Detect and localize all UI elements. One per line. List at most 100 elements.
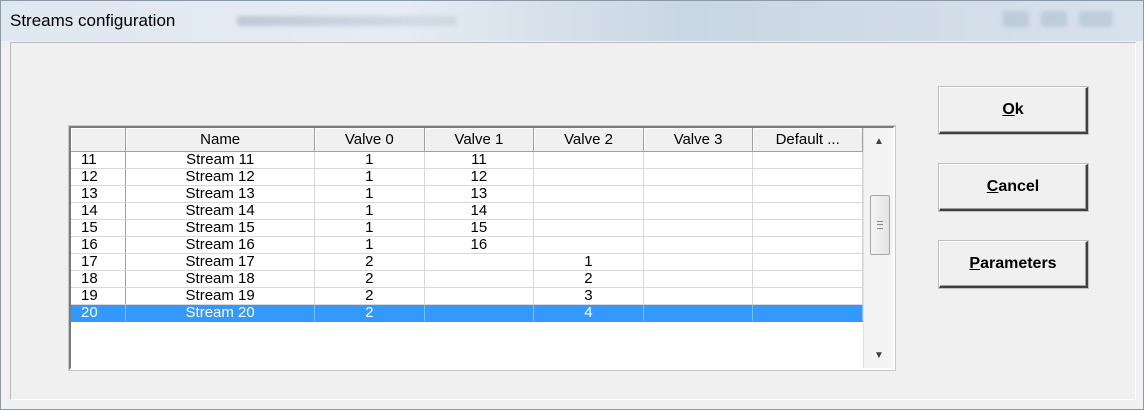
parameters-button[interactable]: Parameters	[939, 241, 1088, 288]
streams-grid[interactable]: Name Valve 0 Valve 1 Valve 2 Valve 3 Def…	[69, 126, 895, 370]
row-number: 12	[71, 168, 127, 186]
table-row[interactable]: 17 Stream 17 2 1	[71, 253, 863, 271]
table-row[interactable]: 12 Stream 12 1 12	[71, 168, 863, 186]
header-row: Name Valve 0 Valve 1 Valve 2 Valve 3 Def…	[71, 128, 863, 152]
cell-name[interactable]: Stream 15	[125, 219, 316, 237]
ok-label-rest: k	[1014, 101, 1024, 118]
close-ghost-icon	[1079, 11, 1113, 27]
column-header-valve-3[interactable]: Valve 3	[643, 128, 754, 152]
cancel-mnemonic: C	[986, 178, 999, 195]
cell-valve-1[interactable]	[424, 287, 535, 305]
cell-name[interactable]: Stream 14	[125, 202, 316, 220]
cell-name[interactable]: Stream 20	[125, 304, 316, 322]
cell-valve-3[interactable]	[643, 185, 754, 203]
cell-valve-2[interactable]	[533, 219, 644, 237]
cell-valve-0[interactable]: 2	[314, 287, 425, 305]
parameters-label-rest: arameters	[980, 255, 1057, 272]
vertical-scrollbar[interactable]: ▲ ▼	[863, 128, 893, 368]
cell-valve-3[interactable]	[643, 304, 754, 322]
column-header-index[interactable]	[71, 128, 127, 152]
table-row[interactable]: 18 Stream 18 2 2	[71, 270, 863, 288]
cell-valve-2[interactable]	[533, 185, 644, 203]
window-title: Streams configuration	[10, 11, 176, 30]
cell-valve-1[interactable]: 15	[424, 219, 535, 237]
cell-name[interactable]: Stream 13	[125, 185, 316, 203]
cell-valve-3[interactable]	[643, 236, 754, 254]
cell-valve-0[interactable]: 2	[314, 253, 425, 271]
cell-valve-3[interactable]	[643, 253, 754, 271]
row-number: 14	[71, 202, 127, 220]
cell-name[interactable]: Stream 11	[125, 151, 316, 169]
cell-name[interactable]: Stream 17	[125, 253, 316, 271]
cell-valve-2[interactable]: 4	[533, 304, 644, 322]
cell-valve-0[interactable]: 1	[314, 202, 425, 220]
table-row[interactable]: 19 Stream 19 2 3	[71, 287, 863, 305]
cell-default[interactable]	[752, 151, 863, 169]
cell-valve-0[interactable]: 1	[314, 151, 425, 169]
cell-default[interactable]	[752, 287, 863, 305]
cell-name[interactable]: Stream 12	[125, 168, 316, 186]
cell-default[interactable]	[752, 219, 863, 237]
column-header-default[interactable]: Default ...	[752, 128, 863, 152]
cell-valve-1[interactable]: 14	[424, 202, 535, 220]
table-row[interactable]: 16 Stream 16 1 16	[71, 236, 863, 254]
cell-valve-0[interactable]: 2	[314, 270, 425, 288]
cell-default[interactable]	[752, 168, 863, 186]
cell-valve-0[interactable]: 1	[314, 168, 425, 186]
table-row-selected[interactable]: 20 Stream 20 2 4	[71, 304, 863, 322]
scroll-down-arrow-icon[interactable]: ▼	[864, 344, 893, 366]
cell-valve-0[interactable]: 1	[314, 236, 425, 254]
column-header-valve-2[interactable]: Valve 2	[533, 128, 644, 152]
cell-default[interactable]	[752, 202, 863, 220]
cell-valve-0[interactable]: 1	[314, 219, 425, 237]
title-bar[interactable]: Streams configuration	[1, 1, 1143, 41]
table-row[interactable]: 13 Stream 13 1 13	[71, 185, 863, 203]
scrollbar-thumb[interactable]	[870, 195, 890, 255]
cell-default[interactable]	[752, 304, 863, 322]
cancel-button[interactable]: Cancel	[939, 164, 1088, 211]
cell-valve-0[interactable]: 1	[314, 185, 425, 203]
cancel-label-rest: ancel	[998, 178, 1040, 195]
cell-default[interactable]	[752, 236, 863, 254]
table-row[interactable]: 14 Stream 14 1 14	[71, 202, 863, 220]
cell-name[interactable]: Stream 16	[125, 236, 316, 254]
cell-valve-1[interactable]	[424, 304, 535, 322]
cell-valve-2[interactable]: 2	[533, 270, 644, 288]
ok-button[interactable]: Ok	[939, 87, 1088, 134]
cell-valve-0[interactable]: 2	[314, 304, 425, 322]
cell-valve-3[interactable]	[643, 270, 754, 288]
cell-valve-3[interactable]	[643, 168, 754, 186]
column-header-name[interactable]: Name	[125, 128, 316, 152]
cell-valve-2[interactable]	[533, 168, 644, 186]
parameters-mnemonic: P	[969, 255, 981, 272]
cell-valve-1[interactable]: 16	[424, 236, 535, 254]
cell-valve-2[interactable]	[533, 151, 644, 169]
cell-default[interactable]	[752, 270, 863, 288]
cell-valve-3[interactable]	[643, 202, 754, 220]
cell-valve-3[interactable]	[643, 219, 754, 237]
column-header-valve-1[interactable]: Valve 1	[424, 128, 535, 152]
cell-default[interactable]	[752, 185, 863, 203]
cell-valve-2[interactable]	[533, 202, 644, 220]
cell-valve-1[interactable]: 12	[424, 168, 535, 186]
cell-valve-2[interactable]	[533, 236, 644, 254]
cell-valve-3[interactable]	[643, 151, 754, 169]
cell-valve-3[interactable]	[643, 287, 754, 305]
table-row[interactable]: 11 Stream 11 1 11	[71, 151, 863, 169]
minimize-ghost-icon	[1003, 11, 1029, 27]
cell-valve-1[interactable]	[424, 253, 535, 271]
cell-valve-1[interactable]	[424, 270, 535, 288]
cell-valve-1[interactable]: 13	[424, 185, 535, 203]
row-number: 13	[71, 185, 127, 203]
table-row[interactable]: 15 Stream 15 1 15	[71, 219, 863, 237]
cell-valve-1[interactable]: 11	[424, 151, 535, 169]
cell-default[interactable]	[752, 253, 863, 271]
cell-name[interactable]: Stream 18	[125, 270, 316, 288]
cell-valve-2[interactable]: 3	[533, 287, 644, 305]
scroll-up-arrow-icon[interactable]: ▲	[864, 130, 893, 152]
column-header-valve-0[interactable]: Valve 0	[314, 128, 425, 152]
cell-valve-2[interactable]: 1	[533, 253, 644, 271]
row-number: 20	[71, 304, 127, 322]
cell-name[interactable]: Stream 19	[125, 287, 316, 305]
row-number: 18	[71, 270, 127, 288]
